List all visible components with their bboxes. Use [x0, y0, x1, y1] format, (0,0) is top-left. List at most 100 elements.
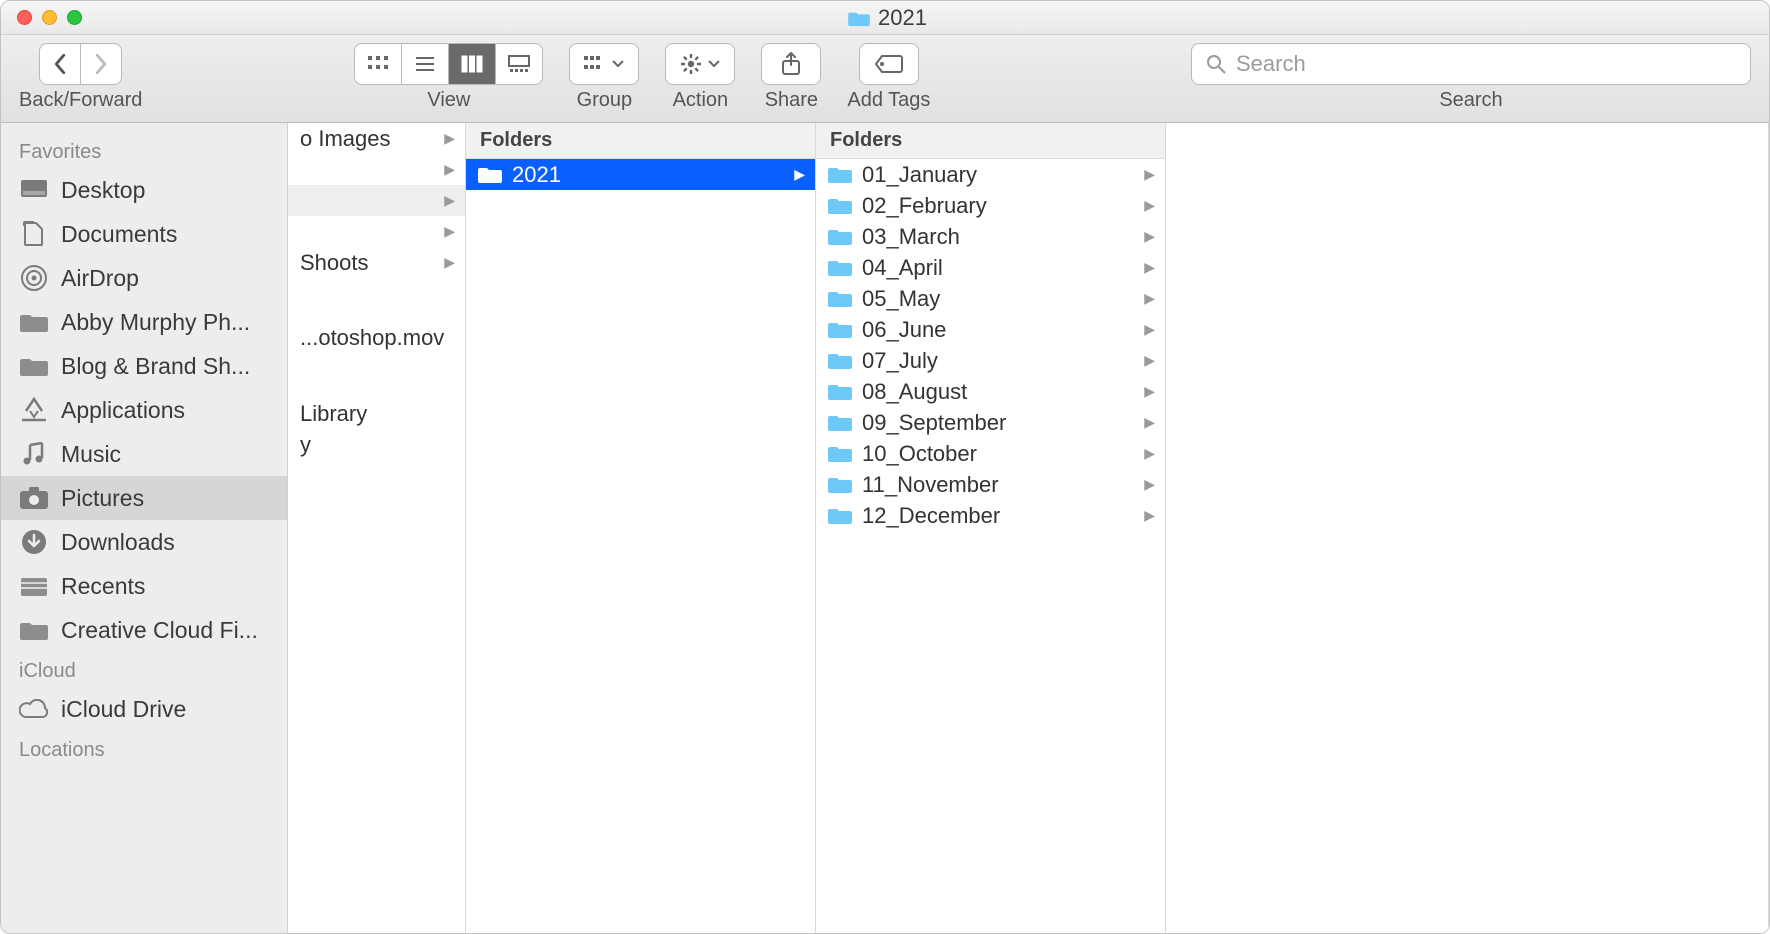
view-list-button[interactable]: [402, 43, 449, 85]
folder-row[interactable]: 08_August▶: [816, 376, 1165, 407]
chevron-right-icon: ▶: [1144, 352, 1155, 369]
folder-icon: [828, 289, 852, 309]
chevron-right-icon: ▶: [444, 161, 455, 178]
list-item[interactable]: ▶: [288, 185, 465, 216]
back-button[interactable]: [39, 43, 81, 85]
list-item[interactable]: o Images ▶: [288, 123, 465, 154]
view-columns-button[interactable]: [449, 43, 496, 85]
chevron-right-icon: ▶: [1144, 290, 1155, 307]
sidebar-item[interactable]: Music: [1, 432, 287, 476]
chevron-right-icon: ▶: [444, 130, 455, 147]
sidebar-item[interactable]: Pictures: [1, 476, 287, 520]
downloads-icon: [19, 529, 49, 555]
sidebar-item[interactable]: Desktop: [1, 168, 287, 212]
folder-icon: [828, 320, 852, 340]
list-item[interactable]: Library: [288, 398, 465, 429]
sidebar-item[interactable]: Recents: [1, 564, 287, 608]
column-browser: o Images▶▶▶▶Shoots▶...otoshop.movLibrary…: [288, 123, 1769, 933]
chevron-right-icon: ▶: [1144, 166, 1155, 183]
sidebar-item-label: Desktop: [61, 177, 145, 204]
sidebar-section-title: Locations: [1, 731, 287, 766]
close-window-button[interactable]: [17, 10, 32, 25]
sidebar-item-label: Downloads: [61, 529, 175, 556]
list-item[interactable]: Shoots▶: [288, 247, 465, 278]
action-button[interactable]: [665, 43, 735, 85]
column-1-header: Folders: [466, 123, 815, 159]
share-group: Share: [761, 43, 821, 112]
search-input[interactable]: [1236, 51, 1736, 77]
share-button[interactable]: [761, 43, 821, 85]
tag-icon: [874, 54, 904, 74]
column-1[interactable]: Folders 2021▶: [466, 123, 816, 933]
list-item-label: Library: [300, 401, 455, 427]
forward-button[interactable]: [81, 43, 122, 85]
sidebar-item[interactable]: Creative Cloud Fi...: [1, 608, 287, 652]
search-icon: [1206, 54, 1226, 74]
sidebar-item[interactable]: Documents: [1, 212, 287, 256]
folder-row[interactable]: 11_November▶: [816, 469, 1165, 500]
folder-row[interactable]: 10_October▶: [816, 438, 1165, 469]
column-0[interactable]: o Images▶▶▶▶Shoots▶...otoshop.movLibrary…: [288, 123, 466, 933]
share-label: Share: [765, 89, 818, 112]
sidebar-item[interactable]: iCloud Drive: [1, 687, 287, 731]
list-item-label: o Images: [300, 126, 434, 152]
list-item[interactable]: ...otoshop.mov: [288, 318, 465, 358]
folder-label: 01_January: [862, 162, 1134, 188]
folder-icon: [828, 196, 852, 216]
folder-icon: [19, 353, 49, 379]
sidebar-item[interactable]: Blog & Brand Sh...: [1, 344, 287, 388]
folder-row[interactable]: 06_June▶: [816, 314, 1165, 345]
column-2[interactable]: Folders 01_January ▶ 02_February▶03_March▶…: [816, 123, 1166, 933]
list-item-label: Shoots: [300, 250, 434, 276]
folder-row[interactable]: 07_July▶: [816, 345, 1165, 376]
folder-icon: [828, 444, 852, 464]
folder-row[interactable]: 05_May▶: [816, 283, 1165, 314]
folder-label: 2021: [512, 162, 784, 188]
view-icons-button[interactable]: [354, 43, 402, 85]
add-tags-button[interactable]: [859, 43, 919, 85]
airdrop-icon: [19, 265, 49, 291]
sidebar-item[interactable]: Downloads: [1, 520, 287, 564]
sidebar-item-label: Recents: [61, 573, 145, 600]
list-item[interactable]: y: [288, 429, 465, 460]
group-button[interactable]: [569, 43, 639, 85]
view-group: View: [354, 43, 543, 112]
group-group: Group: [569, 43, 639, 112]
list-item[interactable]: [288, 358, 465, 398]
folder-row[interactable]: 04_April▶: [816, 252, 1165, 283]
sidebar-item[interactable]: Abby Murphy Ph...: [1, 300, 287, 344]
folder-label: 10_October: [862, 441, 1134, 467]
chevron-down-icon: [708, 60, 720, 68]
folder-row[interactable]: 12_December▶: [816, 500, 1165, 531]
finder-window: 2021 Back/Forward: [0, 0, 1770, 934]
folder-label: 12_December: [862, 503, 1134, 529]
sidebar-item-label: Documents: [61, 221, 177, 248]
folder-icon: [828, 258, 852, 278]
folder-label: 08_August: [862, 379, 1134, 405]
column-2-header: Folders: [816, 123, 1165, 159]
sidebar-item[interactable]: AirDrop: [1, 256, 287, 300]
sidebar: Favorites Desktop Documents AirDrop Abby Mur…: [1, 123, 288, 933]
minimize-window-button[interactable]: [42, 10, 57, 25]
folder-row[interactable]: 03_March▶: [816, 221, 1165, 252]
sidebar-item-label: AirDrop: [61, 265, 139, 292]
folder-row[interactable]: 2021▶: [466, 159, 815, 190]
back-forward-group: Back/Forward: [19, 43, 142, 112]
folder-row[interactable]: 02_February▶: [816, 190, 1165, 221]
folder-row[interactable]: 09_September▶: [816, 407, 1165, 438]
folder-row[interactable]: 01_January ▶: [816, 159, 1165, 190]
folder-icon: [828, 413, 852, 433]
list-item[interactable]: [288, 278, 465, 318]
list-item[interactable]: ▶: [288, 216, 465, 247]
chevron-right-icon: ▶: [1144, 321, 1155, 338]
sidebar-item-label: Music: [61, 441, 121, 468]
folder-icon: [828, 506, 852, 526]
view-gallery-button[interactable]: [496, 43, 543, 85]
zoom-window-button[interactable]: [67, 10, 82, 25]
search-field[interactable]: [1191, 43, 1751, 85]
list-item[interactable]: ▶: [288, 154, 465, 185]
share-icon: [781, 52, 801, 76]
sidebar-section-title: iCloud: [1, 652, 287, 687]
sidebar-item[interactable]: Applications: [1, 388, 287, 432]
sidebar-section-title: Favorites: [1, 133, 287, 168]
